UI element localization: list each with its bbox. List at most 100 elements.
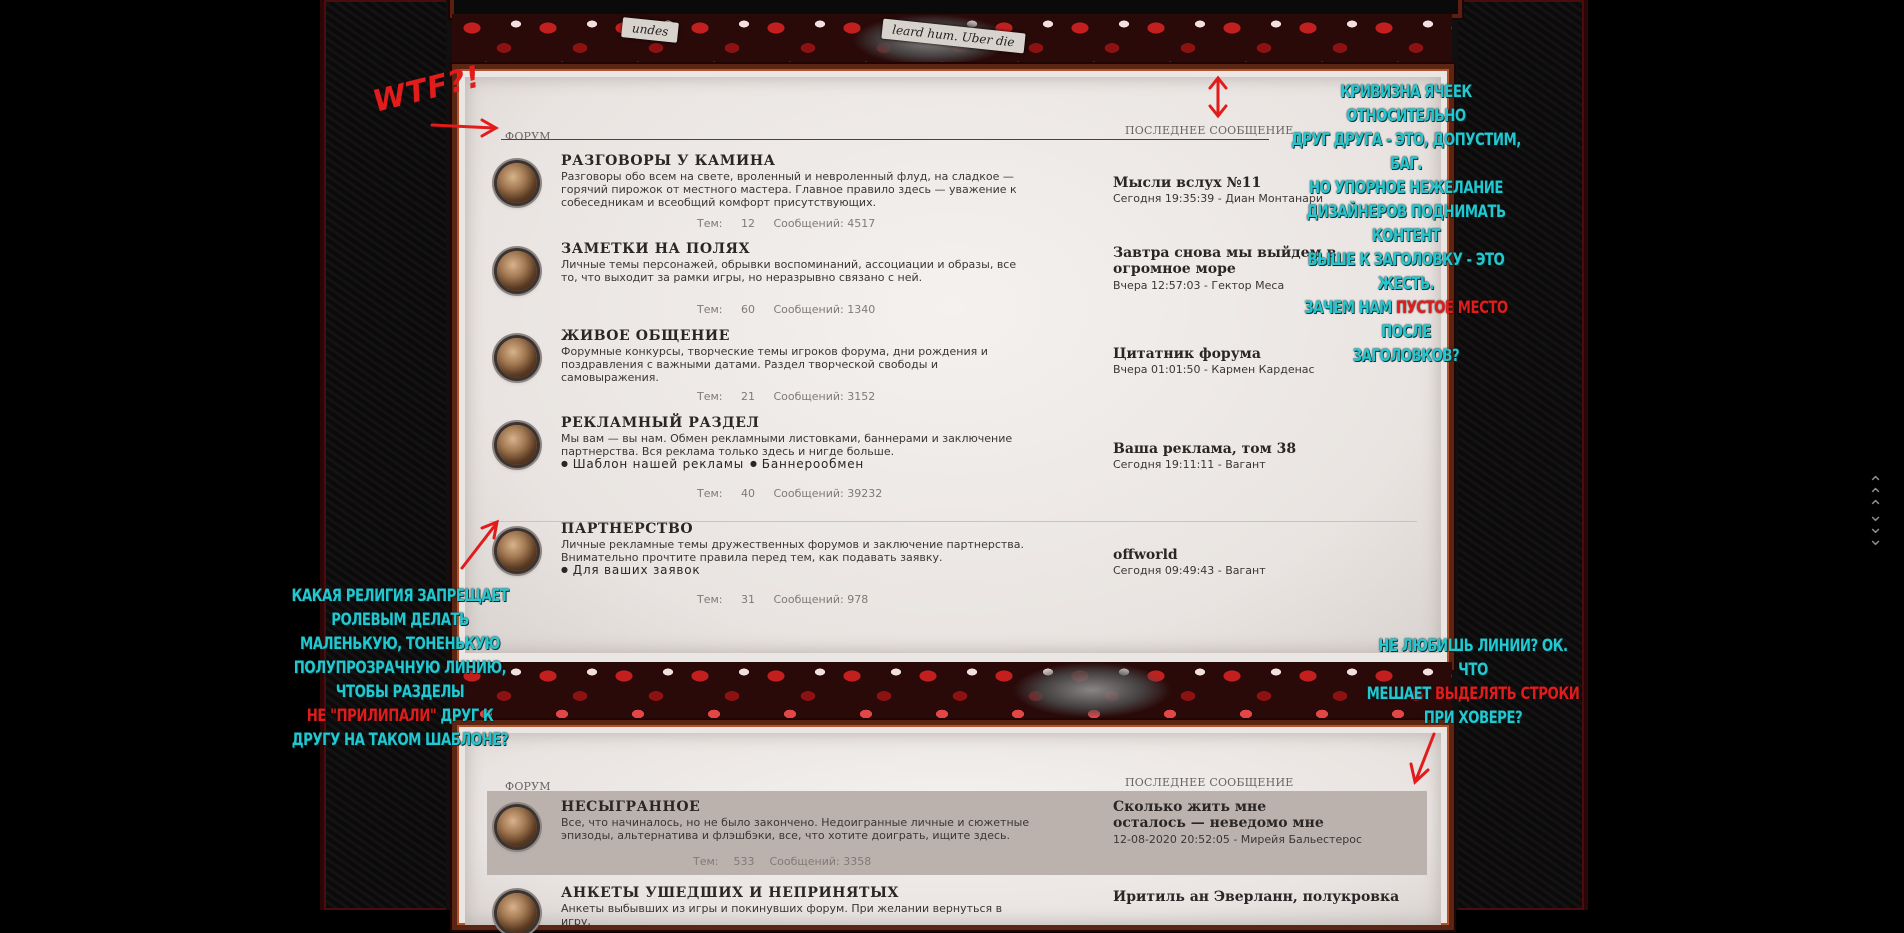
- annotation-highlight: ВЫДЕЛЯТЬ СТРОКИ: [1434, 684, 1580, 704]
- posts-label: Сообщений:: [773, 303, 844, 316]
- posts-count: 4517: [847, 217, 876, 230]
- forum-row[interactable]: ПАРТНЕРСТВО Личные рекламные темы дружес…: [465, 521, 1441, 613]
- banner-scroll-left: undes: [621, 17, 680, 43]
- annotation-line: НО УПОРНОЕ НЕЖЕЛАНИЕ: [1309, 178, 1503, 198]
- annotation-line: ДИЗАЙНЕРОВ ПОДНИМАТЬ КОНТЕНТ: [1306, 202, 1506, 246]
- skull-ornament: [1012, 662, 1172, 718]
- annotation-line: МЕШАЕТ ВЫДЕЛЯТЬ СТРОКИ: [1366, 682, 1580, 706]
- annotation-line: КРИВИЗНА ЯЧЕЕК ОТНОСИТЕЛЬНО: [1340, 82, 1472, 126]
- forum-stats: Тем: 533 Сообщений: 3358: [693, 855, 871, 868]
- last-post-link[interactable]: Сколько жить мне осталось — неведомо мне: [1113, 799, 1343, 831]
- posts-label: Сообщений:: [773, 593, 844, 606]
- forum-description: Все, что начиналось, но не было закончен…: [561, 816, 1030, 842]
- annotation-line: КАКАЯ РЕЛИГИЯ ЗАПРЕЩАЕТ: [291, 586, 509, 606]
- posts-label: Сообщений:: [773, 390, 844, 403]
- posts-label: Сообщений:: [773, 487, 844, 500]
- annotation-line: НЕ "ПРИЛИПАЛИ" ДРУГ К: [291, 704, 509, 728]
- annotation-line: ДРУГУ НА ТАКОМ ШАБЛОНЕ?: [291, 730, 509, 750]
- topics-label: Тем:: [697, 217, 723, 230]
- last-post-meta: Вчера 12:57:03 - Гектор Меса: [1113, 279, 1285, 292]
- forum-status-icon: [497, 893, 537, 933]
- annotation-text: ПОСЛЕ: [1381, 322, 1431, 342]
- annotation-left: КАКАЯ РЕЛИГИЯ ЗАПРЕЩАЕТ РОЛЕВЫМ ДЕЛАТЬ М…: [291, 584, 509, 752]
- forum-status-icon: [497, 251, 537, 291]
- forum-title-link[interactable]: АНКЕТЫ УШЕДШИХ И НЕПРИНЯТЫХ: [561, 885, 899, 901]
- topics-count: 21: [741, 390, 755, 403]
- forum-row[interactable]: НЕСЫГРАННОЕ Все, что начиналось, но не б…: [465, 799, 1441, 875]
- forum-title-link[interactable]: ЖИВОЕ ОБЩЕНИЕ: [561, 328, 730, 344]
- last-post-meta: 12-08-2020 20:52:05 - Мирейя Бальестерос: [1113, 833, 1362, 846]
- last-post-link[interactable]: Ваша реклама, том 38: [1113, 441, 1343, 457]
- forum-title-link[interactable]: ПАРТНЕРСТВО: [561, 521, 693, 537]
- topics-label: Тем:: [697, 303, 723, 316]
- last-post-link[interactable]: offworld: [1113, 547, 1343, 563]
- forum-title-link[interactable]: НЕСЫГРАННОЕ: [561, 799, 700, 815]
- forum-status-icon: [497, 531, 537, 571]
- column-header-last-post: Последнее сообщение: [1125, 124, 1294, 137]
- chevron-down-icon: ⌄: [1868, 529, 1884, 550]
- topics-label: Тем:: [697, 390, 723, 403]
- annotation-line: МАЛЕНЬКУЮ, ТОНЕНЬКУЮ: [300, 634, 500, 654]
- annotation-right: НЕ ЛЮБИШЬ ЛИНИИ? ОК. ЧТО МЕШАЕТ ВЫДЕЛЯТЬ…: [1366, 634, 1580, 730]
- topics-count: 533: [733, 855, 755, 868]
- forum-row[interactable]: РЕКЛАМНЫЙ РАЗДЕЛ Мы вам — вы нам. Обмен …: [465, 415, 1441, 511]
- forum-description: Мы вам — вы нам. Обмен рекламными листов…: [561, 432, 1013, 458]
- annotation-line: ВЫШЕ К ЗАГОЛОВКУ - ЭТО ЖЕСТЬ.: [1307, 250, 1505, 294]
- forum-stats: Тем: 12 Сообщений: 4517: [697, 217, 875, 230]
- forum-status-icon: [497, 163, 537, 203]
- last-post-meta: Сегодня 09:49:43 - Вагант: [1113, 564, 1266, 577]
- posts-count: 1340: [847, 303, 876, 316]
- forum-category-panel-2: Форум Последнее сообщение НЕСЫГРАННОЕ Вс…: [452, 720, 1454, 933]
- annotation-line: ЗАГОЛОВКОВ?: [1352, 346, 1460, 366]
- subforum-links: Для ваших заявок: [561, 563, 706, 577]
- column-header-last-post: Последнее сообщение: [1125, 776, 1294, 789]
- forum-description: Личные рекламные темы дружественных фору…: [561, 538, 1024, 564]
- forum-stats: Тем: 60 Сообщений: 1340: [697, 303, 875, 316]
- topics-label: Тем:: [697, 487, 723, 500]
- annotation-highlight: ПУСТОЕ МЕСТО: [1396, 298, 1508, 318]
- forum-stats: Тем: 31 Сообщений: 978: [697, 593, 868, 606]
- forum-status-icon: [497, 338, 537, 378]
- forum-description: Анкеты выбывших из игры и покинувших фор…: [561, 902, 1003, 928]
- forum-title-link[interactable]: ЗАМЕТКИ НА ПОЛЯХ: [561, 241, 750, 257]
- scroll-down-button[interactable]: ⌄ ⌄ ⌄: [1868, 507, 1884, 550]
- forum-title-link[interactable]: РЕКЛАМНЫЙ РАЗДЕЛ: [561, 415, 760, 431]
- last-post-meta: Сегодня 19:11:11 - Вагант: [1113, 458, 1266, 471]
- annotation-red-line: [501, 139, 1269, 140]
- forum-description: Разговоры обо всем на свете, вроленный и…: [561, 170, 1017, 209]
- forum-title-link[interactable]: РАЗГОВОРЫ У КАМИНА: [561, 153, 776, 169]
- posts-count: 3152: [847, 390, 876, 403]
- subforum-link[interactable]: Для ваших заявок: [561, 563, 700, 577]
- annotation-text: ЗАЧЕМ НАМ: [1304, 298, 1397, 318]
- annotation-line: ЧТОБЫ РАЗДЕЛЫ: [335, 682, 465, 702]
- forum-description: Личные темы персонажей, обрывки воспомин…: [561, 258, 1017, 284]
- annotation-line: ПОЛУПРОЗРАЧНУЮ ЛИНИЮ,: [293, 658, 507, 678]
- forum-status-icon: [497, 807, 537, 847]
- annotation-line: РОЛЕВЫМ ДЕЛАТЬ: [331, 610, 469, 630]
- annotation-line: НЕ ЛЮБИШЬ ЛИНИИ? ОК. ЧТО: [1378, 636, 1568, 680]
- topics-count: 60: [741, 303, 755, 316]
- posts-label: Сообщений:: [769, 855, 840, 868]
- annotation-text: МЕШАЕТ: [1366, 684, 1435, 704]
- forum-row[interactable]: АНКЕТЫ УШЕДШИХ И НЕПРИНЯТЫХ Анкеты выбыв…: [465, 885, 1441, 933]
- topics-count: 40: [741, 487, 755, 500]
- topics-label: Тем:: [697, 593, 723, 606]
- annotation-line: ЗАЧЕМ НАМ ПУСТОЕ МЕСТО ПОСЛЕ: [1281, 296, 1531, 344]
- last-post-link[interactable]: Иритиль ан Эверланн, полукровка: [1113, 889, 1413, 905]
- topics-label: Тем:: [693, 855, 719, 868]
- annotation-highlight: НЕ "ПРИЛИПАЛИ": [306, 706, 437, 726]
- subforum-link[interactable]: Шаблон нашей рекламы: [561, 457, 744, 471]
- posts-label: Сообщений:: [773, 217, 844, 230]
- annotation-text: ДРУГ К: [436, 706, 494, 726]
- subforum-links: Шаблон нашей рекламы Баннерообмен: [561, 457, 870, 471]
- column-header-forum: Форум: [505, 130, 551, 143]
- annotation-line: ПРИ ХОВЕРЕ?: [1423, 708, 1523, 728]
- decorative-leaf-band-middle: [452, 662, 1452, 718]
- posts-count: 978: [847, 593, 869, 606]
- forum-status-icon: [497, 425, 537, 465]
- subforum-link[interactable]: Баннерообмен: [750, 457, 864, 471]
- topics-count: 12: [741, 217, 755, 230]
- posts-count: 39232: [847, 487, 883, 500]
- posts-count: 3358: [843, 855, 872, 868]
- forum-stats: Тем: 40 Сообщений: 39232: [697, 487, 882, 500]
